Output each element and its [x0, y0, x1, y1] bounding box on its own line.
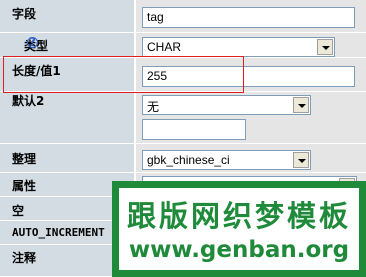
highlight-box: [3, 56, 244, 93]
default-selected: 无: [147, 100, 160, 114]
default-value-input[interactable]: [142, 119, 246, 140]
collation-label: 整理: [12, 152, 37, 166]
chevron-down-icon[interactable]: [293, 152, 309, 168]
watermark-chinese: 跟版网织梦模板: [126, 199, 351, 233]
collation-select[interactable]: gbk_chinese_ci: [142, 150, 311, 170]
watermark-url: www.genban.org: [128, 237, 350, 263]
null-label: 空: [12, 204, 25, 218]
collation-selected: gbk_chinese_ci: [147, 153, 230, 167]
attributes-label: 属性: [12, 179, 37, 193]
row-type: 类型? CHAR: [0, 33, 366, 58]
auto-increment-label: AUTO_INCREMENT: [12, 226, 105, 239]
help-icon[interactable]: ?: [27, 36, 38, 48]
comment-label: 注释: [12, 251, 37, 265]
value-cell: tag: [136, 0, 366, 32]
value-cell: 无: [136, 92, 366, 143]
watermark: 跟版网织梦模板 www.genban.org: [112, 181, 366, 277]
label-cell: 默认2: [0, 92, 134, 143]
label-cell: 整理: [0, 144, 134, 172]
default-select[interactable]: 无: [142, 95, 311, 115]
label-cell: 字段: [0, 0, 134, 32]
type-select[interactable]: CHAR: [142, 37, 335, 57]
type-selected: CHAR: [147, 40, 182, 54]
value-cell: CHAR: [136, 33, 366, 57]
field-label: 字段: [12, 7, 37, 21]
row-default: 默认2 无: [0, 92, 366, 144]
field-name-input[interactable]: tag: [142, 7, 355, 28]
value-cell: gbk_chinese_ci: [136, 144, 366, 172]
chevron-down-icon[interactable]: [317, 39, 333, 55]
label-cell: 类型?: [0, 33, 134, 57]
row-collation: 整理 gbk_chinese_ci: [0, 144, 366, 173]
watermark-panel: 跟版网织梦模板 www.genban.org: [118, 187, 360, 271]
chevron-down-icon[interactable]: [293, 97, 309, 113]
default-label: 默认2: [12, 94, 45, 108]
row-field: 字段 tag: [0, 0, 366, 33]
